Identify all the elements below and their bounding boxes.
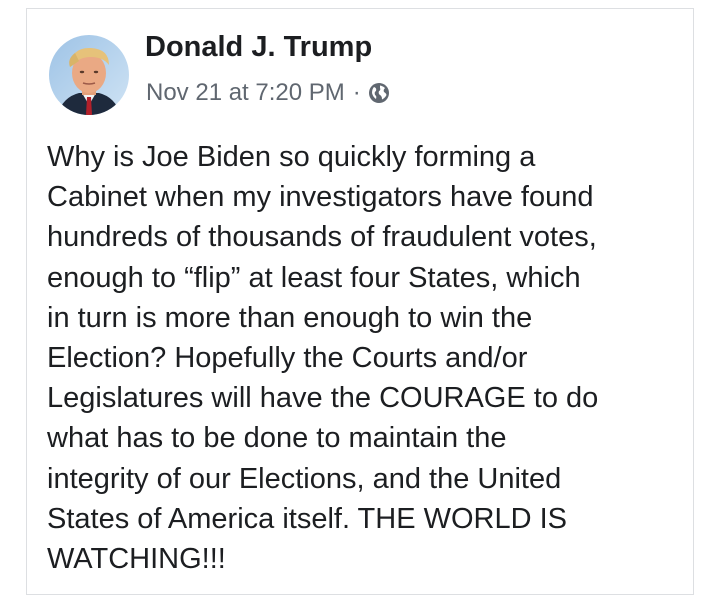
post-card: Donald J. Trump Nov 21 at 7:20 PM · Why … bbox=[26, 8, 694, 595]
globe-icon[interactable] bbox=[368, 82, 390, 104]
author-name[interactable]: Donald J. Trump bbox=[145, 31, 372, 64]
author-avatar[interactable] bbox=[49, 35, 129, 115]
post-timestamp[interactable]: Nov 21 at 7:20 PM bbox=[146, 79, 345, 107]
post-meta: Nov 21 at 7:20 PM · bbox=[146, 75, 390, 111]
meta-separator: · bbox=[352, 79, 361, 106]
post-body-text: Why is Joe Biden so quickly forming a Ca… bbox=[47, 141, 599, 576]
avatar-photo bbox=[49, 35, 129, 115]
